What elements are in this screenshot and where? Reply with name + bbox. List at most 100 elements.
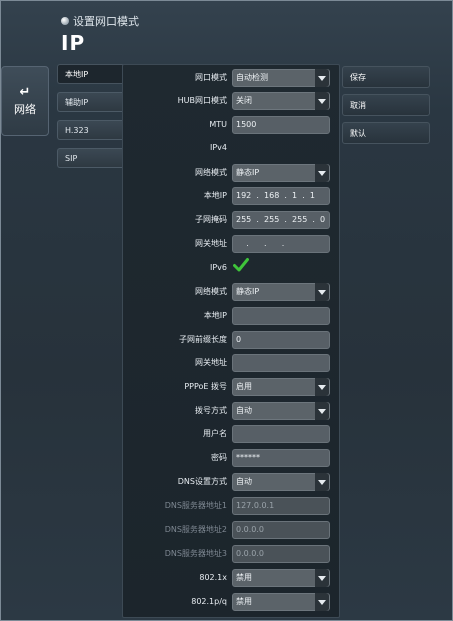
row-dns1: DNS服务器地址1 127.0.0.1 [123, 497, 341, 515]
ipv6-checkbox[interactable] [233, 257, 249, 275]
chevron-down-icon[interactable] [315, 92, 329, 110]
password-input[interactable]: ****** [232, 449, 330, 467]
row-dns-mode: DNS设置方式 自动 [123, 473, 341, 491]
settings-panel: 网口模式 自动检测 HUB网口模式 关闭 MTU 1500 IPv4 网络模式 … [122, 64, 340, 618]
dns3-input: 0.0.0.0 [232, 545, 330, 563]
ip-octet: 1 [292, 191, 298, 200]
back-arrow-icon: ↵ [19, 84, 31, 100]
chevron-down-icon[interactable] [315, 402, 329, 420]
ip-octet: 255 [292, 215, 308, 224]
ip-octet: 0 [320, 215, 326, 224]
row-ipv6-section: IPv6 [123, 257, 341, 277]
breadcrumb: 设置网口模式 [61, 13, 139, 29]
chevron-down-icon[interactable] [315, 164, 329, 182]
row-dot1pq: 802.1p/q 禁用 [123, 593, 341, 611]
cancel-button[interactable]: 取消 [342, 94, 430, 116]
row-dns3: DNS服务器地址3 0.0.0.0 [123, 545, 341, 563]
action-buttons: 保存 取消 默认 [342, 66, 430, 150]
chevron-down-icon[interactable] [315, 473, 329, 491]
chevron-down-icon[interactable] [315, 283, 329, 301]
hub-mode-label: HUB网口模式 [177, 96, 227, 105]
port-mode-label: 网口模式 [195, 73, 227, 82]
row-ipv6-local-ip: 本地IP [123, 307, 341, 325]
pppoe-value: 启用 [236, 382, 252, 391]
ipv6-net-mode-value: 静态IP [236, 287, 260, 296]
tab-sip[interactable]: SIP [57, 148, 123, 168]
ipv4-net-mode-label: 网络模式 [195, 168, 227, 177]
ipv4-gateway-label: 网关地址 [195, 239, 227, 248]
ipv4-local-ip-input[interactable]: 192 . 168 . 1 . 1 [232, 187, 330, 205]
row-ipv6-gateway: 网关地址 [123, 354, 341, 372]
ip-dot: . [299, 191, 308, 200]
ipv6-prefix-label: 子网前缀长度 [179, 335, 227, 344]
dns1-label: DNS服务器地址1 [164, 501, 227, 510]
dial-mode-select[interactable]: 自动 [232, 402, 330, 420]
ipv6-prefix-input[interactable]: 0 [232, 331, 330, 349]
ipv6-net-mode-select[interactable]: 静态IP [232, 283, 330, 301]
ip-octet: 192 [236, 191, 252, 200]
row-port-mode: 网口模式 自动检测 [123, 69, 341, 87]
bullet-icon [61, 17, 69, 25]
row-ipv4-mask: 子网掩码 255 . 255 . 255 . 0 [123, 211, 341, 229]
dial-mode-value: 自动 [236, 406, 252, 415]
ip-dot: . [281, 215, 290, 224]
ipv4-net-mode-value: 静态IP [236, 168, 260, 177]
row-hub-mode: HUB网口模式 关闭 [123, 92, 341, 110]
password-label: 密码 [211, 453, 227, 462]
hub-mode-select[interactable]: 关闭 [232, 92, 330, 110]
chevron-down-icon[interactable] [315, 69, 329, 87]
dns1-input: 127.0.0.1 [232, 497, 330, 515]
tab-local-ip[interactable]: 本地IP [57, 64, 123, 84]
ipv4-gateway-input[interactable]: . . . [232, 235, 330, 253]
chevron-down-icon[interactable] [315, 569, 329, 587]
row-ipv6-net-mode: 网络模式 静态IP [123, 283, 341, 301]
ip-octet: 255 [264, 215, 280, 224]
ipv6-gateway-input[interactable] [232, 354, 330, 372]
row-ipv4-gateway: 网关地址 . . . [123, 235, 341, 253]
chevron-down-icon[interactable] [315, 378, 329, 396]
row-ipv6-prefix: 子网前缀长度 0 [123, 331, 341, 349]
dns2-label: DNS服务器地址2 [164, 525, 227, 534]
row-ipv4-net-mode: 网络模式 静态IP [123, 164, 341, 182]
checkmark-icon [233, 258, 249, 272]
tab-h323[interactable]: H.323 [57, 120, 123, 140]
row-mtu: MTU 1500 [123, 116, 341, 134]
ip-dot: . [253, 239, 270, 248]
tab-aux-ip[interactable]: 辅助IP [57, 92, 123, 112]
ipv4-mask-input[interactable]: 255 . 255 . 255 . 0 [232, 211, 330, 229]
default-button[interactable]: 默认 [342, 122, 430, 144]
back-button[interactable]: ↵ 网络 [1, 66, 49, 136]
save-button[interactable]: 保存 [342, 66, 430, 88]
dns-mode-label: DNS设置方式 [177, 477, 227, 486]
ip-dot: . [271, 239, 287, 248]
pppoe-label: PPPoE 拨号 [184, 382, 227, 391]
row-username: 用户名 [123, 425, 341, 443]
side-tabs: 本地IP 辅助IP H.323 SIP [57, 64, 123, 176]
port-mode-select[interactable]: 自动检测 [232, 69, 330, 87]
ip-dot: . [236, 239, 252, 248]
breadcrumb-text: 设置网口模式 [73, 15, 139, 28]
ip-dot: . [309, 215, 318, 224]
dot1pq-value: 禁用 [236, 597, 252, 606]
dns-mode-value: 自动 [236, 477, 252, 486]
mtu-input[interactable]: 1500 [232, 116, 330, 134]
row-dial-mode: 拨号方式 自动 [123, 402, 341, 420]
chevron-down-icon[interactable] [315, 593, 329, 611]
ipv4-local-ip-label: 本地IP [203, 191, 227, 200]
ip-octet: 255 [236, 215, 252, 224]
ipv6-local-ip-input[interactable] [232, 307, 330, 325]
row-password: 密码 ****** [123, 449, 341, 467]
ip-dot: . [281, 191, 290, 200]
mtu-label: MTU [209, 120, 227, 129]
dns2-input: 0.0.0.0 [232, 521, 330, 539]
username-label: 用户名 [203, 429, 227, 438]
ipv4-net-mode-select[interactable]: 静态IP [232, 164, 330, 182]
row-ipv4-section: IPv4 [123, 139, 341, 157]
dot1x-select[interactable]: 禁用 [232, 569, 330, 587]
row-ipv4-local-ip: 本地IP 192 . 168 . 1 . 1 [123, 187, 341, 205]
pppoe-select[interactable]: 启用 [232, 378, 330, 396]
username-input[interactable] [232, 425, 330, 443]
dns-mode-select[interactable]: 自动 [232, 473, 330, 491]
dial-mode-label: 拨号方式 [195, 406, 227, 415]
dot1pq-select[interactable]: 禁用 [232, 593, 330, 611]
